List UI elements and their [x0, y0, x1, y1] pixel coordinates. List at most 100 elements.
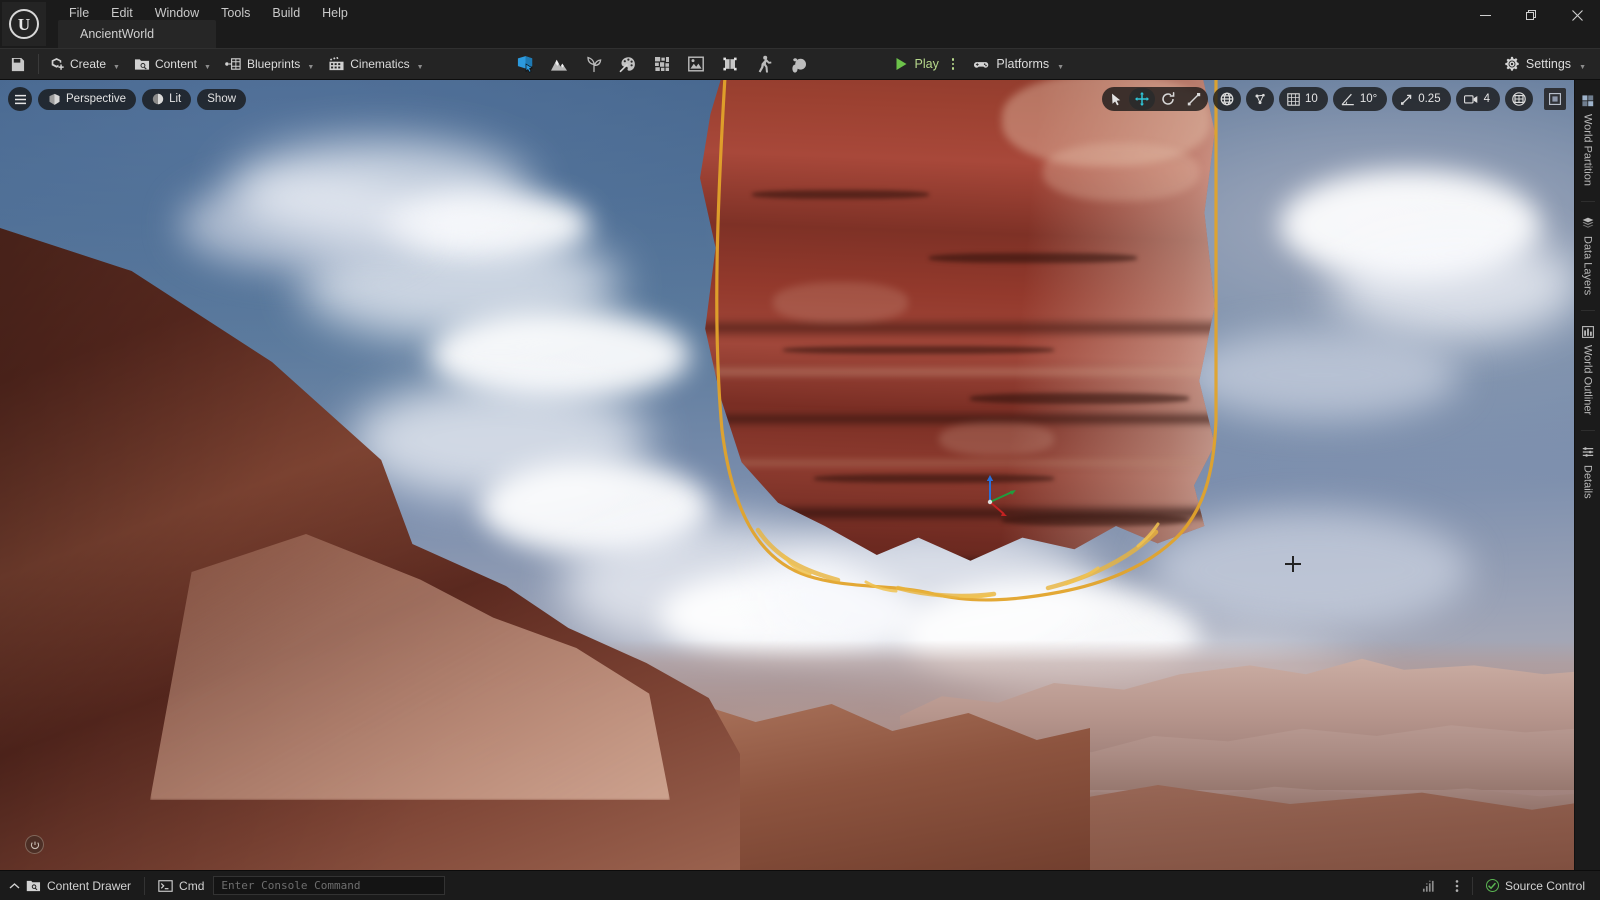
- select-mode-button[interactable]: [509, 51, 543, 77]
- scale-tool-button[interactable]: [1181, 88, 1207, 110]
- scale-snap-value: 0.25: [1418, 93, 1440, 105]
- viewport-layout-button[interactable]: [1505, 87, 1533, 111]
- play-options-button[interactable]: [945, 58, 962, 70]
- platforms-label: Platforms: [996, 57, 1049, 71]
- cmd-button[interactable]: Cmd: [149, 874, 213, 898]
- chevron-up-icon: [9, 882, 20, 890]
- sidebar-tab-world-outliner[interactable]: World Outliner: [1582, 317, 1594, 424]
- unreal-logo[interactable]: U: [2, 2, 46, 46]
- viewport-camera-label: Perspective: [66, 93, 126, 105]
- chevron-down-icon: ▼: [417, 64, 424, 71]
- source-control-label: Source Control: [1505, 879, 1585, 893]
- viewport-menu-button[interactable]: [8, 87, 32, 111]
- visualizer-mode-button[interactable]: [781, 51, 815, 77]
- play-icon: [895, 57, 908, 71]
- perspective-cube-icon: [48, 93, 61, 106]
- unreal-logo-glyph: U: [9, 9, 39, 39]
- sidebar-tab-details[interactable]: Details: [1582, 437, 1594, 508]
- viewport-options-icon: [30, 840, 40, 850]
- sidebar-tab-world-partition[interactable]: World Partition: [1582, 86, 1594, 195]
- chevron-down-icon: ▼: [204, 64, 211, 71]
- level-viewport[interactable]: Perspective Lit Show: [0, 80, 1574, 870]
- camera-speed-control[interactable]: 4: [1456, 87, 1500, 111]
- minimize-button[interactable]: [1462, 0, 1508, 30]
- restore-button[interactable]: [1508, 0, 1554, 30]
- angle-snap-value: 10°: [1360, 93, 1377, 105]
- settings-button[interactable]: Settings ▼: [1498, 52, 1592, 76]
- sidebar-tab-data-layers[interactable]: Data Layers: [1582, 208, 1594, 304]
- sidebar-tab-label: Data Layers: [1582, 236, 1594, 295]
- close-button[interactable]: [1554, 0, 1600, 30]
- scale-snap-control[interactable]: 0.25: [1392, 87, 1450, 111]
- camera-speed-icon: [1464, 94, 1479, 105]
- landscape-mode-icon: [550, 56, 569, 73]
- viewport-right-toolbar: 10 10° 0.25: [1102, 87, 1566, 111]
- viewport-viewmode-button[interactable]: Lit: [142, 89, 191, 110]
- blueprints-button[interactable]: Blueprints ▼: [218, 52, 321, 76]
- menu-build[interactable]: Build: [261, 3, 311, 24]
- content-button[interactable]: Content ▼: [127, 52, 218, 76]
- select-tool-button[interactable]: [1103, 88, 1129, 110]
- world-globe-icon: [1220, 92, 1234, 106]
- move-tool-button[interactable]: [1129, 88, 1155, 110]
- settings-label: Settings: [1526, 57, 1571, 71]
- viewport-camera-button[interactable]: Perspective: [38, 89, 136, 110]
- console-command-input[interactable]: [213, 876, 445, 895]
- gear-icon: [1504, 56, 1520, 72]
- sidebar-tab-label: World Partition: [1582, 114, 1594, 186]
- blueprints-label: Blueprints: [247, 57, 300, 71]
- create-button[interactable]: Create ▼: [43, 52, 127, 76]
- brush-edit-mode-button[interactable]: [679, 51, 713, 77]
- landscape-mode-button[interactable]: [543, 51, 577, 77]
- mesh-paint-mode-button[interactable]: [611, 51, 645, 77]
- kebab-dot: [952, 63, 955, 66]
- window-controls: [1462, 0, 1600, 30]
- viewport-options-button[interactable]: [25, 835, 44, 854]
- modeling-mode-button[interactable]: [713, 51, 747, 77]
- menu-tools[interactable]: Tools: [210, 3, 261, 24]
- platforms-button[interactable]: Platforms ▼: [967, 52, 1070, 76]
- cmd-icon: [158, 880, 173, 892]
- rotate-tool-button[interactable]: [1155, 88, 1181, 110]
- angle-snap-control[interactable]: 10°: [1333, 87, 1387, 111]
- output-log-button[interactable]: [1413, 874, 1446, 898]
- kebab-dot: [952, 67, 955, 70]
- grid-snap-control[interactable]: 10: [1279, 87, 1328, 111]
- animation-mode-button[interactable]: [747, 51, 781, 77]
- content-icon: [134, 57, 150, 72]
- level-tab-ancientworld[interactable]: AncientWorld: [58, 20, 216, 48]
- status-bar: Content Drawer Cmd: [0, 870, 1600, 900]
- cinematics-label: Cinematics: [350, 57, 409, 71]
- content-drawer-button[interactable]: Content Drawer: [0, 874, 140, 898]
- cinematics-button[interactable]: Cinematics ▼: [321, 52, 430, 76]
- kebab-icon: [1455, 879, 1459, 893]
- world-partition-icon: [1582, 95, 1594, 107]
- save-button[interactable]: [0, 57, 34, 72]
- maximize-viewport-button[interactable]: [1544, 88, 1566, 110]
- animation-mode-icon: [755, 55, 772, 73]
- viewport-show-button[interactable]: Show: [197, 89, 246, 110]
- content-drawer-icon: [26, 879, 41, 893]
- play-group: Play Platforms ▼: [887, 52, 1071, 76]
- details-icon: [1582, 446, 1594, 458]
- status-overflow-button[interactable]: [1446, 874, 1468, 898]
- play-button[interactable]: Play: [887, 52, 945, 76]
- menu-help[interactable]: Help: [311, 3, 359, 24]
- coordinate-system-button[interactable]: [1213, 87, 1241, 111]
- create-icon: [50, 57, 65, 72]
- source-control-button[interactable]: Source Control: [1477, 874, 1594, 898]
- chevron-down-icon: ▼: [1579, 64, 1586, 71]
- transform-tool-group: [1102, 87, 1208, 111]
- select-mode-icon: [516, 55, 535, 73]
- platforms-icon: [973, 57, 990, 72]
- foliage-mode-icon: [585, 55, 603, 73]
- surface-snap-button[interactable]: [1246, 87, 1274, 111]
- blueprints-icon: [225, 57, 242, 71]
- foliage-mode-button[interactable]: [577, 51, 611, 77]
- fracture-mode-button[interactable]: [645, 51, 679, 77]
- save-icon: [10, 57, 25, 72]
- editor-body: Perspective Lit Show: [0, 80, 1600, 870]
- editor-mode-group: [509, 51, 815, 77]
- maximize-viewport-icon: [1549, 93, 1561, 105]
- cmd-label: Cmd: [179, 879, 204, 893]
